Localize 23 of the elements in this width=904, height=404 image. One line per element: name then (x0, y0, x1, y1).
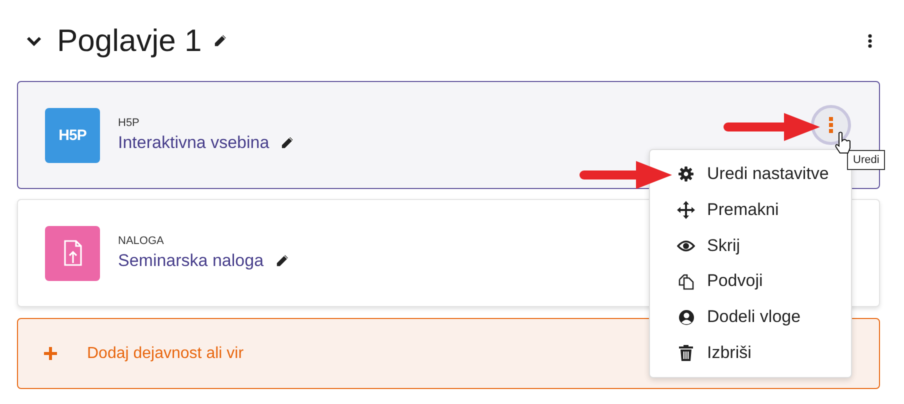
section-title: Poglavje 1 (57, 22, 202, 58)
menu-item[interactable]: Podvoji (650, 263, 851, 300)
more-icon[interactable] (868, 34, 872, 48)
activity-link[interactable]: Seminarska naloga (118, 251, 264, 271)
settings-icon (678, 166, 694, 182)
menu-item[interactable]: Skrij (650, 228, 851, 264)
activity-type: NALOGA (118, 235, 165, 247)
menu-item[interactable]: Izbriši (650, 335, 851, 371)
plus-icon (44, 347, 57, 360)
activity-type: H5P (118, 117, 140, 129)
more-icon (829, 117, 833, 133)
pencil-icon[interactable] (274, 253, 290, 269)
pencil-icon[interactable] (212, 32, 228, 48)
move-icon (677, 200, 695, 219)
activity-link[interactable]: Interaktivna vsebina (118, 133, 270, 153)
menu-item[interactable]: Premakni (650, 192, 851, 228)
user-icon (678, 308, 694, 326)
pencil-icon[interactable] (279, 135, 296, 151)
copy-icon (678, 272, 694, 290)
tooltip: Uredi (847, 150, 886, 170)
eye-icon (677, 238, 695, 253)
activity-icon: H5P (45, 108, 100, 162)
trash-icon (679, 345, 693, 362)
